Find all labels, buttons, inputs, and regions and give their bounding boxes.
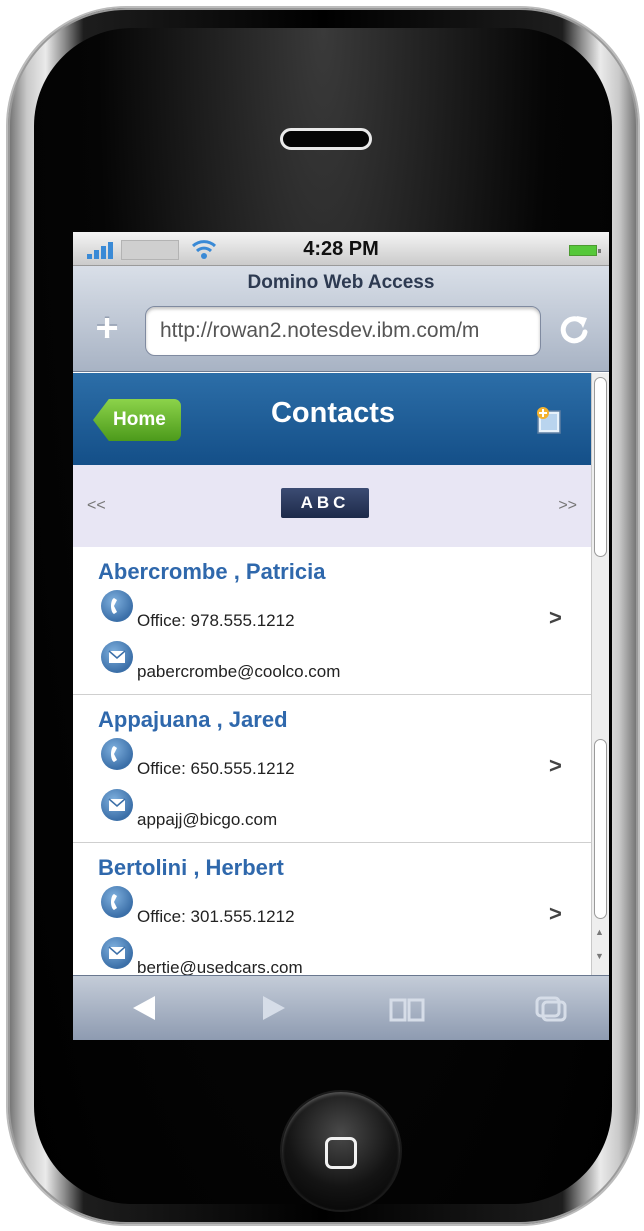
- battery-icon: [569, 245, 601, 256]
- phone-icon[interactable]: [101, 590, 133, 622]
- reload-icon[interactable]: [553, 308, 597, 352]
- scroll-up-arrow-icon[interactable]: ▲: [595, 927, 604, 937]
- status-bar: 4:28 PM: [73, 232, 609, 266]
- pages-icon[interactable]: [529, 988, 573, 1028]
- phone-icon[interactable]: [101, 738, 133, 770]
- letter-group-button[interactable]: ABC: [281, 488, 369, 518]
- phone-icon[interactable]: [101, 886, 133, 918]
- add-bookmark-button[interactable]: +: [89, 308, 125, 348]
- chevron-right-icon[interactable]: >: [549, 901, 562, 927]
- contact-name[interactable]: Abercrombe , Patricia: [98, 559, 325, 585]
- contact-row[interactable]: Appajuana , Jared Office: 650.555.1212 a…: [73, 695, 593, 843]
- scroll-down-arrow-icon[interactable]: ▼: [595, 951, 604, 961]
- app-header: Home Contacts: [73, 373, 593, 465]
- email-address[interactable]: bertie@usedcars.com: [137, 958, 303, 975]
- email-address[interactable]: pabercrombe@coolco.com: [137, 662, 340, 682]
- forward-arrow-icon[interactable]: [251, 988, 295, 1028]
- url-field[interactable]: http://rowan2.notesdev.ibm.com/m: [145, 306, 541, 356]
- header-title: Contacts: [270, 397, 396, 429]
- contact-name[interactable]: Appajuana , Jared: [98, 707, 288, 733]
- email-address[interactable]: appajj@bicgo.com: [137, 810, 277, 830]
- screen: 4:28 PM Domino Web Access + http://rowan…: [73, 232, 609, 1040]
- web-content: Home Contacts << ABC >> Abercrombe , Pat…: [73, 373, 609, 975]
- contact-row[interactable]: Abercrombe , Patricia Office: 978.555.12…: [73, 547, 593, 695]
- scrollbar-thumb[interactable]: [594, 377, 607, 557]
- contacts-list: Abercrombe , Patricia Office: 978.555.12…: [73, 547, 593, 975]
- mail-icon[interactable]: [101, 789, 133, 821]
- new-contact-icon[interactable]: [535, 405, 563, 435]
- office-phone: Office: 301.555.1212: [137, 907, 295, 926]
- office-phone: Office: 650.555.1212: [137, 759, 295, 778]
- contact-name[interactable]: Bertolini , Herbert: [98, 855, 284, 881]
- next-page-link[interactable]: >>: [558, 497, 577, 515]
- status-time: 4:28 PM: [303, 238, 379, 260]
- bookmarks-icon[interactable]: [385, 988, 429, 1028]
- previous-page-link[interactable]: <<: [87, 497, 106, 515]
- page-title: Domino Web Access: [247, 272, 435, 293]
- chevron-right-icon[interactable]: >: [549, 753, 562, 779]
- scrollbar[interactable]: ▲ ▼: [591, 373, 609, 975]
- alphabet-nav: << ABC >>: [73, 465, 593, 547]
- home-square-icon: [325, 1137, 357, 1169]
- browser-toolbar: [73, 975, 609, 1040]
- mail-icon[interactable]: [101, 641, 133, 673]
- browser-title-bar: Domino Web Access + http://rowan2.notesd…: [73, 266, 609, 372]
- back-arrow-icon[interactable]: [123, 988, 167, 1028]
- chevron-right-icon[interactable]: >: [549, 605, 562, 631]
- office-phone: Office: 978.555.1212: [137, 611, 295, 630]
- contact-row[interactable]: Bertolini , Herbert Office: 301.555.1212…: [73, 843, 593, 975]
- device-home-button[interactable]: [282, 1092, 400, 1210]
- mail-icon[interactable]: [101, 937, 133, 969]
- speaker-slot: [280, 128, 372, 150]
- scrollbar-thumb-lower[interactable]: [594, 739, 607, 919]
